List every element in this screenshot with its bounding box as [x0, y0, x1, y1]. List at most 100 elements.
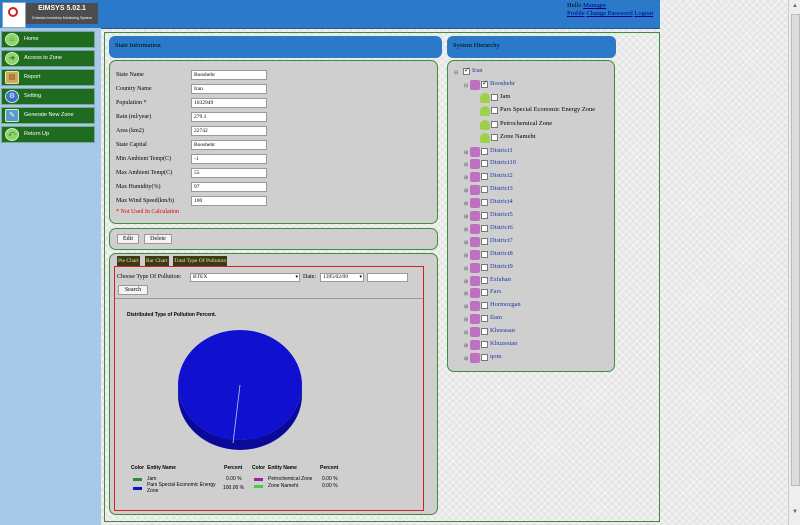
- tree-item-checkbox[interactable]: [481, 276, 488, 284]
- edit-button[interactable]: Edit: [117, 234, 139, 244]
- scroll-up-icon[interactable]: ▲: [792, 3, 798, 9]
- tree-item[interactable]: ⊞ District5: [464, 211, 612, 223]
- tree-expand-icon[interactable]: ⊞: [464, 162, 468, 168]
- tree-expand-icon[interactable]: ⊞: [464, 175, 468, 181]
- tree-item[interactable]: ⊞ Fars: [464, 288, 612, 300]
- state-name-field[interactable]: [191, 70, 267, 80]
- tree-item-label[interactable]: District7: [490, 237, 513, 244]
- tree-item-label[interactable]: Hormozgan: [490, 301, 521, 308]
- tree-item-label[interactable]: District2: [490, 172, 513, 179]
- tab-total-type-of-pollution[interactable]: Total Type Of Pollution: [173, 256, 228, 266]
- tree-expand-icon[interactable]: ⊞: [464, 214, 468, 220]
- date-select[interactable]: 1395/02/09 ▾: [320, 273, 364, 282]
- sidebar-item-generate-new-zone[interactable]: ✎ Generate New Zone: [1, 107, 95, 124]
- tree-item-label[interactable]: District5: [490, 211, 513, 218]
- tree-expand-icon[interactable]: ⊞: [464, 291, 468, 297]
- tree-item-label[interactable]: District1: [490, 147, 513, 154]
- logout-link[interactable]: Logout: [634, 10, 653, 17]
- sidebar-item-setting[interactable]: ⚙ Setting: [1, 88, 95, 105]
- tree-item[interactable]: ⊞ Ilam: [464, 314, 612, 326]
- page-scrollbar[interactable]: ▲ ▼: [788, 0, 800, 525]
- tree-root-checkbox[interactable]: [463, 66, 470, 75]
- tree-item-checkbox[interactable]: [481, 224, 488, 232]
- sidebar-item-return-up[interactable]: ⤺ Return Up: [1, 126, 95, 143]
- tree-item[interactable]: ⊞ District2: [464, 172, 612, 184]
- tree-item[interactable]: ⊞ District3: [464, 185, 612, 197]
- tab-pie-chart[interactable]: Pie Chart: [117, 256, 140, 266]
- tree-item[interactable]: · Jam: [474, 92, 612, 105]
- tree-expand-icon[interactable]: ⊞: [464, 253, 468, 259]
- tree-item-label[interactable]: District9: [490, 263, 513, 270]
- change-password-link[interactable]: Change Password: [586, 10, 632, 17]
- sidebar-item-report[interactable]: ▤ Report: [1, 69, 95, 86]
- tree-item[interactable]: ⊞ District10: [464, 159, 612, 171]
- tree-root[interactable]: ⊟ Iran: [454, 66, 604, 79]
- tree-item[interactable]: ⊞ District9: [464, 262, 612, 275]
- profile-link[interactable]: Profile: [567, 10, 585, 17]
- area-field[interactable]: [191, 126, 267, 136]
- sidebar-item-home[interactable]: ⌂ Home: [1, 31, 95, 48]
- tree-item-label[interactable]: Zone Nameht: [500, 133, 536, 140]
- tree-expand-icon[interactable]: ⊞: [464, 266, 468, 272]
- tree-item-label[interactable]: Khuzestan: [490, 340, 517, 347]
- tree-item-checkbox[interactable]: [481, 199, 488, 207]
- rain-field[interactable]: [191, 112, 267, 122]
- tree-item-checkbox[interactable]: [491, 120, 498, 128]
- country-name-field[interactable]: [191, 84, 267, 94]
- tree-item[interactable]: ⊞ Khuzestan: [464, 340, 612, 352]
- tree-item[interactable]: ⊞ District4: [464, 198, 612, 210]
- tree-item[interactable]: ⊞ Esfahan: [464, 275, 612, 288]
- tree-item[interactable]: · Zone Nameht: [474, 133, 612, 145]
- max-wind-field[interactable]: [191, 196, 267, 206]
- tree-item[interactable]: ⊟ Booshehr: [464, 79, 612, 92]
- tree-item-label[interactable]: Petrochemical Zone: [500, 120, 552, 127]
- tree-item-label[interactable]: Ilam: [490, 314, 502, 321]
- tree-item-label[interactable]: Esfahan: [490, 276, 511, 283]
- tree-expand-icon[interactable]: ⊞: [464, 317, 468, 323]
- tree-expand-icon[interactable]: ⊞: [464, 227, 468, 233]
- tree-item[interactable]: ⊞ Hormozgan: [464, 301, 612, 313]
- tree-item-label[interactable]: District8: [490, 250, 513, 257]
- tree-item[interactable]: ⊞ Khorasan: [464, 327, 612, 339]
- delete-button[interactable]: Delete: [144, 234, 172, 244]
- tree-item[interactable]: · Petrochemical Zone: [474, 119, 612, 132]
- tree-item-checkbox[interactable]: [481, 263, 488, 271]
- tree-expand-icon[interactable]: ⊞: [464, 330, 468, 336]
- tree-item-checkbox[interactable]: [481, 289, 488, 297]
- tree-expand-icon[interactable]: ⊞: [464, 356, 468, 362]
- tree-item-label[interactable]: Khorasan: [490, 327, 515, 334]
- tab-bar-chart[interactable]: Bar Chart: [145, 256, 169, 266]
- min-temp-field[interactable]: [191, 154, 267, 164]
- tree-item-checkbox[interactable]: [491, 134, 498, 142]
- tree-expand-icon[interactable]: ⊟: [464, 83, 468, 89]
- pollution-type-select[interactable]: BTEX ▾: [190, 273, 300, 282]
- tree-item-checkbox[interactable]: [491, 93, 498, 101]
- tree-expand-icon[interactable]: ⊞: [464, 304, 468, 310]
- tree-item-checkbox[interactable]: [481, 186, 488, 194]
- tree-item-label[interactable]: District4: [490, 198, 513, 205]
- tree-expand-icon[interactable]: ⊞: [464, 150, 468, 156]
- username-link[interactable]: Manager: [583, 2, 606, 9]
- tree-item-checkbox[interactable]: [481, 341, 488, 348]
- tree-item-label[interactable]: Booshehr: [490, 80, 515, 87]
- tree-item-checkbox[interactable]: [481, 302, 488, 310]
- tree-item-checkbox[interactable]: [491, 107, 498, 115]
- tree-expand-icon[interactable]: ⊞: [464, 279, 468, 285]
- search-button[interactable]: Search: [118, 285, 148, 295]
- population-field[interactable]: [191, 98, 267, 108]
- tree-item-label[interactable]: Jam: [500, 93, 510, 100]
- tree-expand-icon[interactable]: ⊞: [464, 201, 468, 207]
- tree-item-label[interactable]: qom: [490, 353, 502, 360]
- tree-item-label[interactable]: District3: [490, 185, 513, 192]
- sidebar-item-access-to-zone[interactable]: ➜ Access to Zone: [1, 50, 95, 67]
- tree-expand-icon[interactable]: ⊞: [464, 343, 468, 349]
- tree-item-checkbox[interactable]: [481, 173, 488, 181]
- tree-item[interactable]: ⊞ qom: [464, 352, 612, 365]
- tree-item-checkbox[interactable]: [481, 250, 488, 258]
- tree-item-label[interactable]: District10: [490, 159, 516, 166]
- tree-collapse-icon[interactable]: ⊟: [454, 70, 458, 76]
- tree-item-checkbox[interactable]: [481, 315, 488, 323]
- tree-item-label[interactable]: District6: [490, 224, 513, 231]
- tree-item-label[interactable]: Pars Special Economic Energy Zone: [500, 106, 595, 113]
- tree-item-checkbox[interactable]: [481, 147, 488, 155]
